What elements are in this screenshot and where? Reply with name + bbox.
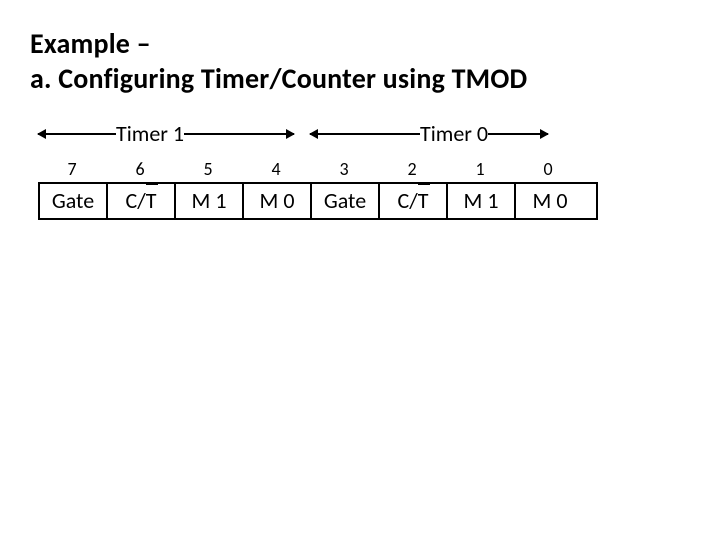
overbar-icon (146, 183, 158, 185)
cell-m0-1: M 0 (244, 184, 312, 218)
bit-1: 1 (446, 158, 514, 182)
cell-m0-0: M 0 (516, 184, 584, 218)
bit-0: 0 (514, 158, 582, 182)
span-labels-row: Timer 1 Timer 0 (38, 120, 598, 148)
title-line-2: a. Configuring Timer/Counter using TMOD (30, 61, 694, 96)
register-cells: Gate C/T M 1 M 0 Gate C/T M 1 M 0 (38, 182, 598, 220)
timer0-span: Timer 0 (310, 120, 582, 147)
title-line-1: Example – (30, 26, 694, 61)
bit-5: 5 (174, 158, 242, 182)
arrow-left-icon (38, 133, 116, 135)
tmod-diagram: Timer 1 Timer 0 7 6 5 4 3 2 1 0 Gate C/T (38, 120, 598, 220)
bit-4: 4 (242, 158, 310, 182)
cell-gate-0: Gate (312, 184, 380, 218)
cell-m1-0: M 1 (448, 184, 516, 218)
bit-6: 6 (106, 158, 174, 182)
bit-2: 2 (378, 158, 446, 182)
overbar-icon (418, 183, 430, 185)
timer0-label: Timer 0 (420, 120, 488, 147)
arrow-right-icon (184, 133, 294, 135)
cell-gate-1: Gate (40, 184, 108, 218)
timer1-span: Timer 1 (38, 120, 310, 147)
bit-index-row: 7 6 5 4 3 2 1 0 (38, 158, 598, 182)
bit-3: 3 (310, 158, 378, 182)
arrow-right-icon (488, 133, 548, 135)
cell-m1-1: M 1 (176, 184, 244, 218)
bit-7: 7 (38, 158, 106, 182)
cell-ct-0: C/T (380, 184, 448, 218)
timer1-label: Timer 1 (116, 120, 184, 147)
arrow-left-icon (310, 133, 420, 135)
cell-ct-1: C/T (108, 184, 176, 218)
